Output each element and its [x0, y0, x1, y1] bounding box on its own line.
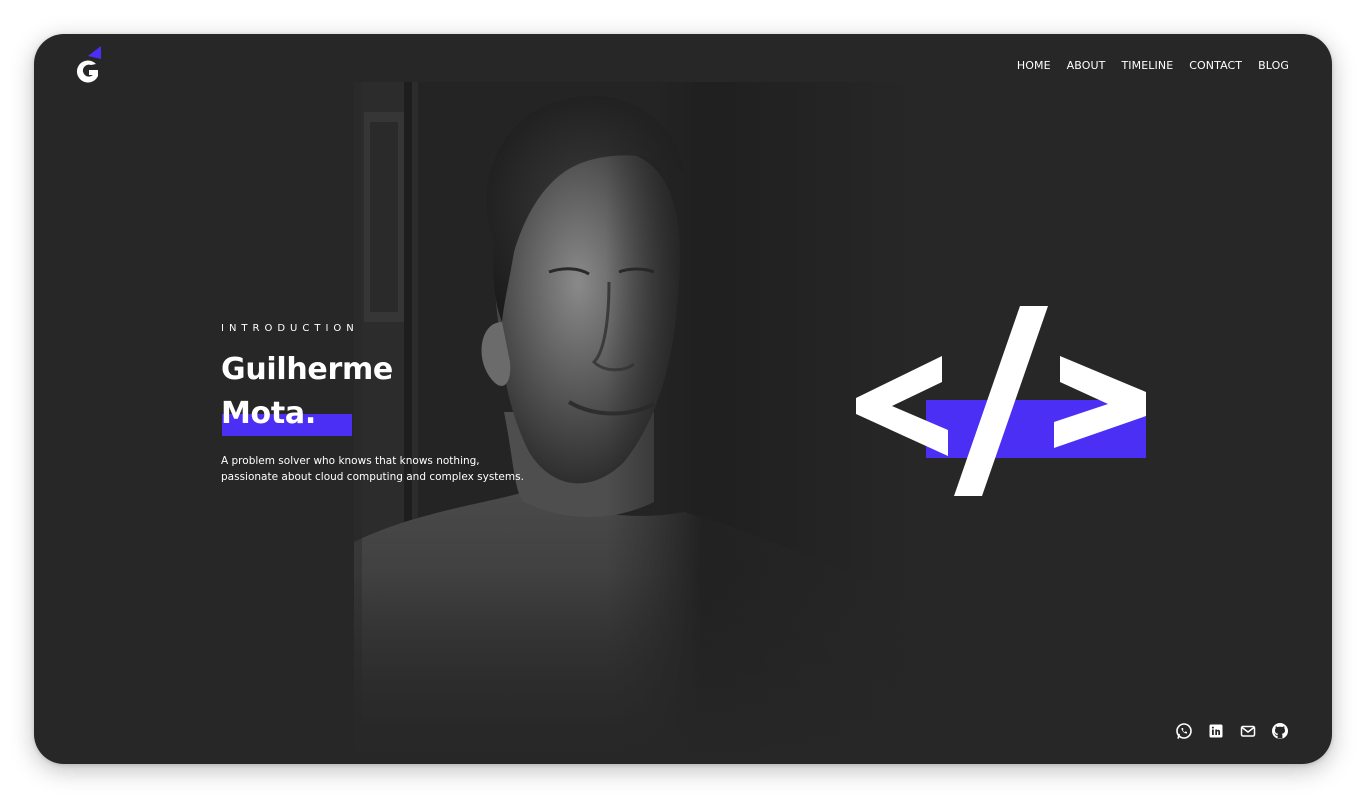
- page-frame: HOME ABOUT TIMELINE CONTACT BLOG INTRODU…: [34, 34, 1332, 764]
- g-logo-icon[interactable]: [74, 46, 106, 86]
- bio-line-1: A problem solver who knows that knows no…: [221, 455, 480, 467]
- nav-about[interactable]: ABOUT: [1067, 58, 1106, 74]
- whatsapp-icon[interactable]: [1175, 722, 1193, 740]
- nav-blog[interactable]: BLOG: [1258, 58, 1289, 74]
- intro-kicker: INTRODUCTION: [221, 323, 359, 334]
- name-first: Guilherme: [221, 352, 393, 387]
- bio-line-2: passionate about cloud computing and com…: [221, 471, 524, 483]
- hero-name: Guilherme Mota.: [221, 348, 481, 436]
- mail-icon[interactable]: [1239, 722, 1257, 740]
- nav-contact[interactable]: CONTACT: [1189, 58, 1242, 74]
- nav-timeline[interactable]: TIMELINE: [1121, 58, 1173, 74]
- hero-bio: A problem solver who knows that knows no…: [221, 453, 524, 485]
- code-brackets-icon: [856, 306, 1146, 496]
- main-nav: HOME ABOUT TIMELINE CONTACT BLOG: [1017, 58, 1289, 74]
- name-last: Mota.: [221, 396, 316, 431]
- github-icon[interactable]: [1271, 722, 1289, 740]
- social-links: [1175, 722, 1289, 740]
- linkedin-icon[interactable]: [1207, 722, 1225, 740]
- nav-home[interactable]: HOME: [1017, 58, 1051, 74]
